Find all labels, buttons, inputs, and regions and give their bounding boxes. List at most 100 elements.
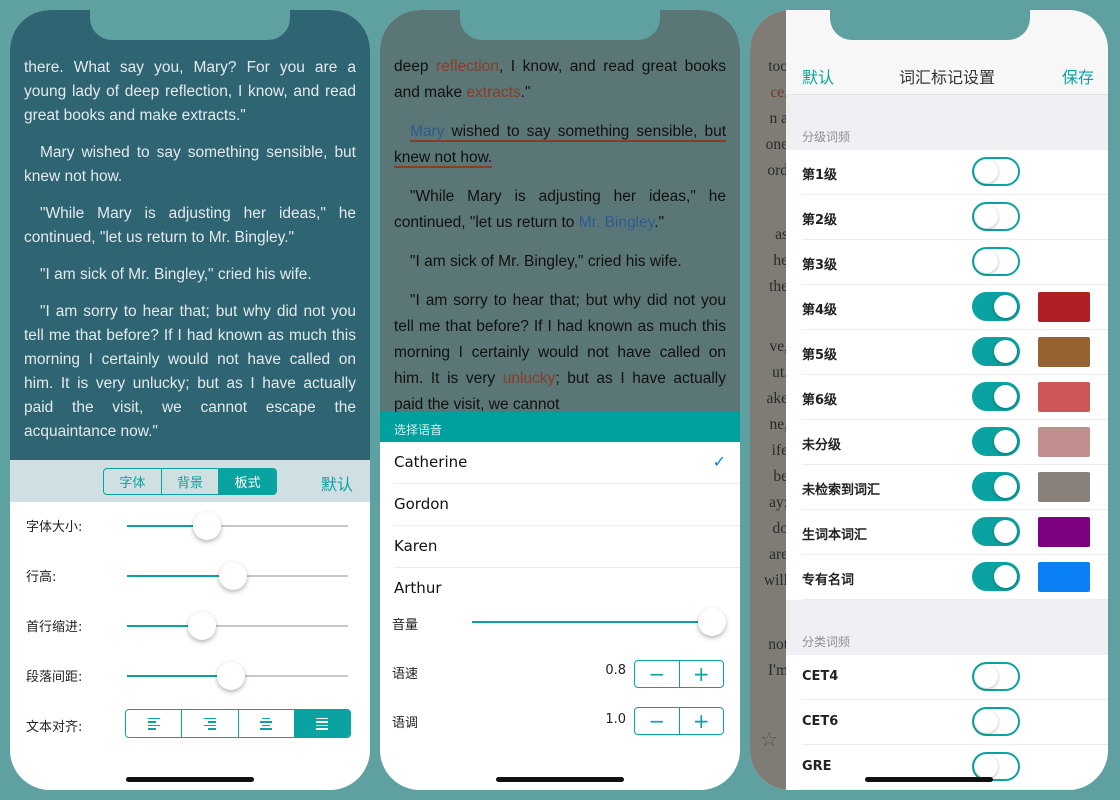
voice-item[interactable]: Catherine ✓ [394,442,740,484]
voice-item[interactable]: Gordon [394,484,740,526]
color-swatch[interactable] [1038,472,1090,502]
marked-word[interactable]: extracts [466,84,520,101]
setting-row: CET6 [802,700,1108,745]
tab-0[interactable]: 字体 [104,469,162,494]
toggle-switch[interactable] [972,247,1020,276]
volume-label: 音量 [392,618,419,633]
settings-panel: 默认 词汇标记设置 保存 分级词频 第1级 第2级 第3级 第4级 第5级 第6级 未分级未… [786,10,1108,790]
color-swatch[interactable] [1038,292,1090,322]
voice-name: Karen [394,537,438,555]
color-swatch[interactable] [1038,427,1090,457]
slider-thumb[interactable] [219,562,248,590]
tab-2[interactable]: 板式 [219,469,276,494]
text-fragment: ord [767,162,786,179]
toggle-switch[interactable] [972,157,1020,186]
color-swatch[interactable] [1038,337,1090,367]
toggle-switch[interactable] [972,517,1020,546]
toggle-knob [975,710,998,733]
pitch-stepper: − + [634,707,724,735]
slider-thumb[interactable] [698,608,726,636]
setting-slider[interactable] [127,612,348,640]
toggle-switch[interactable] [972,562,1020,591]
row-label: CET4 [802,669,839,684]
paragraph: Mary wished to say something sensible, b… [24,144,356,185]
setting-slider[interactable] [127,512,348,540]
text-fragment: do [772,520,787,537]
toggle-knob [975,755,998,778]
toggle-knob [994,520,1017,543]
voice-item[interactable]: Arthur [394,568,740,595]
decrease-rate-button[interactable]: − [635,661,680,687]
proper-noun[interactable]: Mr. Bingley [579,214,655,231]
row-label: 未分级 [802,438,842,453]
rate-label: 语速 [392,667,419,682]
slider-thumb[interactable] [192,512,221,540]
toggle-switch[interactable] [972,427,1020,456]
reading-text: there. What say you, Mary? For you are a… [10,10,370,460]
align-button[interactable] [294,710,350,737]
proper-noun[interactable]: Mary [410,123,444,140]
toggle-knob [975,250,998,273]
toggle-knob [994,340,1017,363]
text: ." [654,214,665,231]
tab-1[interactable]: 背景 [162,469,220,494]
setting-slider[interactable] [127,562,348,590]
home-indicator [496,777,624,782]
toggle-switch[interactable] [972,292,1020,321]
highlighted-sentence[interactable]: Mary wished to say something sensible, b… [394,123,726,168]
toggle-switch[interactable] [972,707,1020,736]
color-swatch[interactable] [1038,517,1090,547]
setting-slider[interactable] [127,662,348,690]
slider-thumb[interactable] [216,662,245,690]
color-swatch[interactable] [1038,382,1090,412]
voice-item[interactable]: Karen [394,526,740,568]
increase-rate-button[interactable]: + [680,661,724,687]
voice-list[interactable]: Catherine ✓ Gordon Karen Arthur [380,442,740,595]
text-fragment: ve, [769,338,786,355]
toggle-switch[interactable] [972,472,1020,501]
voice-settings-screen: deep reflection, I know, and read great … [380,10,740,790]
save-button[interactable]: 保存 [1062,64,1094,88]
notch [90,10,290,40]
text-fragment: not [768,636,786,653]
toggle-switch[interactable] [972,382,1020,411]
setting-row: 第2级 [802,195,1108,240]
toggle-switch[interactable] [972,337,1020,366]
slider-fill [127,575,234,577]
text: deep [394,58,437,75]
notch [830,10,1030,40]
text-fragment: will [763,572,786,589]
increase-pitch-button[interactable]: + [680,708,724,734]
slider-label: 字体大小: [26,520,83,535]
toggle-knob [975,160,998,183]
marked-word[interactable]: unlucky [503,370,556,387]
home-indicator [865,777,993,782]
toggle-knob [994,475,1017,498]
row-label: 专有名词 [802,573,855,588]
toggle-switch[interactable] [972,662,1020,691]
decrease-pitch-button[interactable]: − [635,708,680,734]
align-button[interactable] [239,710,295,737]
row-label: GRE [802,759,832,774]
align-button[interactable] [182,710,239,737]
volume-slider[interactable] [472,608,726,636]
voice-list-header: 选择语音 [380,412,740,442]
align-button[interactable] [126,710,183,737]
default-button[interactable]: 默认 [321,471,353,495]
text-fragment: too [768,58,786,75]
color-swatch[interactable] [1038,562,1090,592]
slider-fill [127,675,231,677]
paragraph: there. What say you, Mary? For you are a… [24,59,356,124]
checkmark-icon: ✓ [712,452,726,471]
marked-word[interactable]: reflection [436,58,499,75]
text-fragment: ut. [772,364,786,381]
row-label: 第3级 [802,258,838,273]
setting-row: 第3级 [802,240,1108,285]
star-icon[interactable]: ☆ [760,727,778,752]
align-right-icon [203,717,216,730]
slider-label: 首行缩进: [26,620,83,635]
paragraph: "While Mary is adjusting her ideas," he … [24,205,356,246]
slider-thumb[interactable] [188,612,217,640]
pitch-value: 1.0 [605,712,626,727]
toggle-switch[interactable] [972,202,1020,231]
